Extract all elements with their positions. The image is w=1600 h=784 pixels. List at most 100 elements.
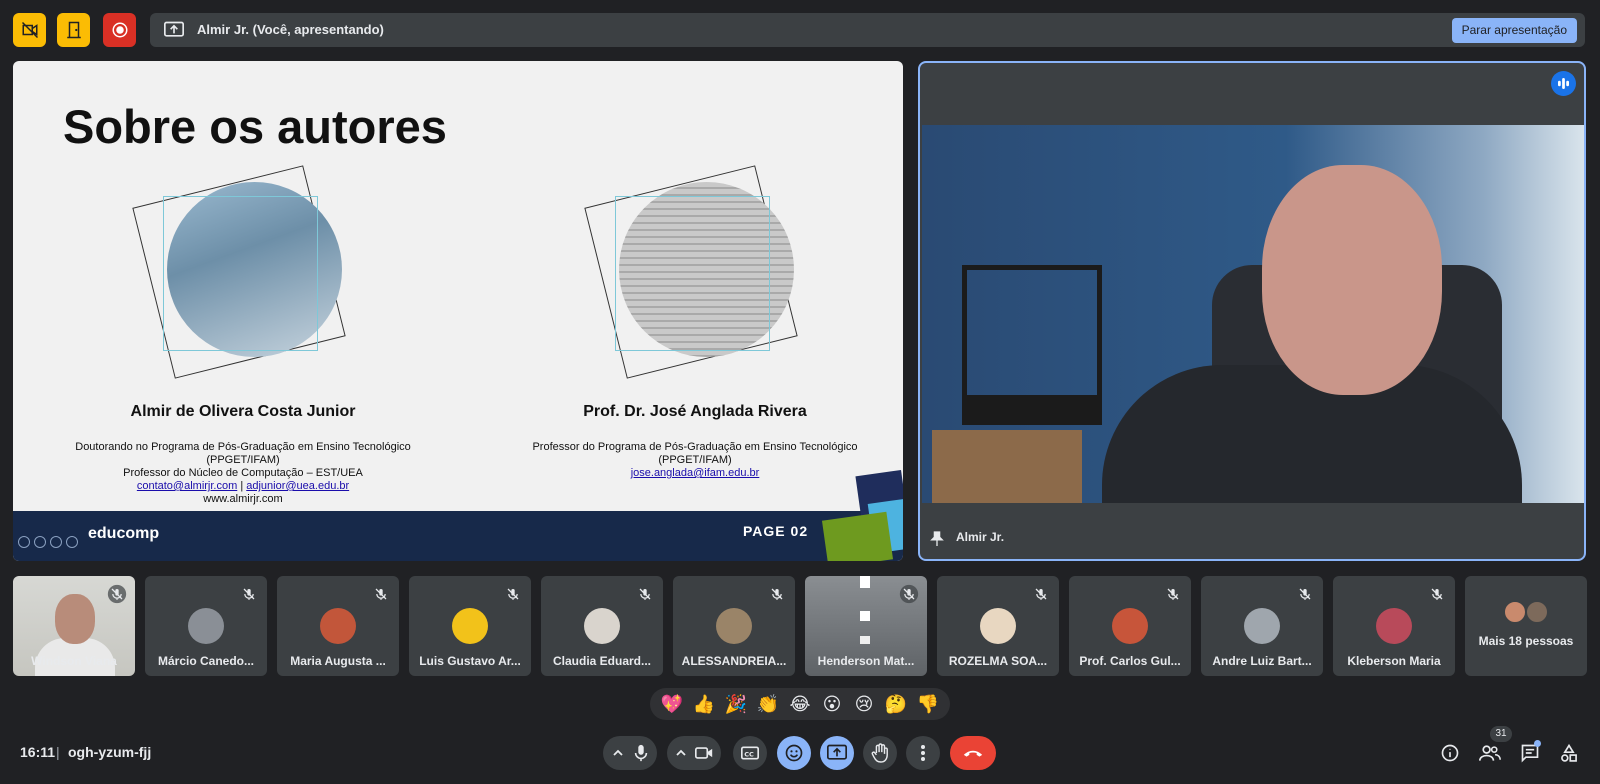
prev-slide-icon[interactable]	[18, 536, 30, 548]
reaction-sad[interactable]: 😢	[850, 694, 878, 715]
meeting-info-button[interactable]	[1436, 739, 1464, 767]
participant-name: Maria Augusta ...	[290, 654, 386, 668]
participant-name: Prof. Carlos Gul...	[1079, 654, 1181, 668]
participant-tile[interactable]: Kleberson Maria	[1333, 576, 1455, 676]
camera-off-icon	[21, 21, 38, 39]
present-screen-icon	[164, 21, 184, 37]
participant-strip: Windson Viana Márcio Canedo... Maria Aug…	[13, 576, 1588, 676]
selection-box	[615, 196, 770, 351]
pin-icon[interactable]	[930, 531, 944, 547]
author-description: Professor do Programa de Pós-Graduação e…	[485, 441, 903, 480]
people-icon	[1479, 745, 1501, 761]
page-number: PAGE 02	[743, 523, 809, 539]
present-button[interactable]	[820, 736, 854, 770]
activities-button[interactable]	[1555, 739, 1583, 767]
reaction-thumbs-down[interactable]: 👎	[914, 694, 942, 715]
meeting-code: ogh-yzum-fjj	[68, 744, 152, 760]
participant-tile[interactable]: ALESSANDREIA...	[673, 576, 795, 676]
mic-off-icon	[507, 588, 519, 600]
author-description: Doutorando no Programa de Pós-Graduação …	[33, 441, 453, 506]
chat-unread-dot	[1534, 740, 1541, 747]
mic-off-icon	[1299, 588, 1311, 600]
avatar	[1525, 600, 1549, 624]
background-table	[932, 430, 1082, 503]
email-link[interactable]: contato@almirjr.com	[137, 480, 237, 492]
chevron-up-icon[interactable]	[675, 747, 687, 759]
presenting-banner: Almir Jr. (Você, apresentando) Parar apr…	[150, 13, 1585, 47]
avatar	[584, 608, 620, 644]
camera-off-indicator[interactable]	[13, 13, 46, 47]
participant-name: Márcio Canedo...	[157, 654, 255, 668]
author-site: www.almirjr.com	[203, 493, 283, 505]
people-button[interactable]	[1476, 739, 1504, 767]
leave-call-button[interactable]	[950, 736, 996, 770]
avatar	[980, 608, 1016, 644]
participant-name: Henderson Mat...	[817, 654, 915, 668]
email-link[interactable]: jose.anglada@ifam.edu.br	[631, 467, 760, 479]
mic-button[interactable]	[603, 736, 657, 770]
participant-tile[interactable]: Prof. Carlos Gul...	[1069, 576, 1191, 676]
reaction-laugh[interactable]: 😂	[786, 694, 814, 715]
avatar	[320, 608, 356, 644]
author-name: Almir de Olivera Costa Junior	[130, 403, 356, 420]
chevron-up-icon[interactable]	[612, 747, 624, 759]
participant-tile[interactable]: Márcio Canedo...	[145, 576, 267, 676]
participant-tile[interactable]: Claudia Eduard...	[541, 576, 663, 676]
reaction-surprised[interactable]: 😮	[818, 694, 846, 715]
stop-presenting-button[interactable]: Parar apresentação	[1451, 18, 1577, 43]
participant-tile[interactable]: Henderson Mat...	[805, 576, 927, 676]
author-photo-1	[132, 165, 346, 379]
more-vert-icon	[921, 745, 925, 761]
selection-box	[163, 196, 318, 351]
avatar	[1112, 608, 1148, 644]
participant-tile[interactable]: Windson Viana	[13, 576, 135, 676]
activities-icon	[1561, 743, 1577, 762]
record-icon	[112, 22, 127, 38]
author-desc-line: Professor do Núcleo de Computação – EST/…	[123, 467, 363, 479]
presenter-video	[922, 125, 1584, 503]
educomp-logo: educomp	[88, 525, 160, 542]
participant-tile[interactable]: Andre Luiz Bart...	[1201, 576, 1323, 676]
reaction-thumbs-up[interactable]: 👍	[690, 694, 718, 715]
reaction-clap[interactable]: 👏	[754, 694, 782, 715]
hangup-icon	[963, 750, 983, 757]
avatar	[716, 608, 752, 644]
mic-icon	[634, 744, 647, 762]
person-head	[1262, 165, 1442, 395]
camera-button[interactable]	[667, 736, 721, 770]
info-icon	[1441, 744, 1459, 762]
reaction-party[interactable]: 🎉	[722, 694, 750, 715]
reaction-heart[interactable]: 💖	[658, 694, 686, 715]
next-slide-icon[interactable]	[34, 536, 46, 548]
participant-name: Kleberson Maria	[1347, 654, 1441, 668]
mic-off-icon	[639, 588, 651, 600]
raise-hand-button[interactable]	[863, 736, 897, 770]
recording-indicator[interactable]	[103, 13, 136, 47]
mic-off-icon	[243, 588, 255, 600]
pen-icon[interactable]	[50, 536, 62, 548]
author-desc-line: (PPGET/IFAM)	[206, 454, 280, 466]
captions-button[interactable]: CC	[733, 736, 767, 770]
email-link[interactable]: adjunior@uea.edu.br	[246, 480, 349, 492]
more-people-tile[interactable]: Mais 18 pessoas	[1465, 576, 1587, 676]
camera-icon	[695, 747, 713, 759]
mic-off-icon	[771, 588, 783, 600]
presenter-name: Almir Jr.	[956, 530, 1005, 544]
participant-tile[interactable]: Maria Augusta ...	[277, 576, 399, 676]
grid-icon[interactable]	[66, 536, 78, 548]
reaction-thinking[interactable]: 🤔	[882, 694, 910, 715]
mic-off-icon	[1167, 588, 1179, 600]
more-options-button[interactable]	[906, 736, 940, 770]
emoji-button[interactable]	[777, 736, 811, 770]
email-separator: |	[237, 480, 247, 492]
reactions-bar: 💖 👍 🎉 👏 😂 😮 😢 🤔 👎	[650, 688, 950, 720]
mic-off-icon	[107, 584, 127, 604]
participant-name: Windson Viana	[31, 654, 117, 668]
participant-tile[interactable]: Luis Gustavo Ar...	[409, 576, 531, 676]
participant-tile[interactable]: ROZELMA SOA...	[937, 576, 1059, 676]
slide-controls	[18, 536, 78, 548]
door-indicator[interactable]	[57, 13, 90, 47]
presenter-tile[interactable]: Almir Jr.	[918, 61, 1586, 561]
shared-slide: Sobre os autores Almir de Olivera Costa …	[13, 61, 903, 561]
emoji-icon	[785, 744, 803, 762]
